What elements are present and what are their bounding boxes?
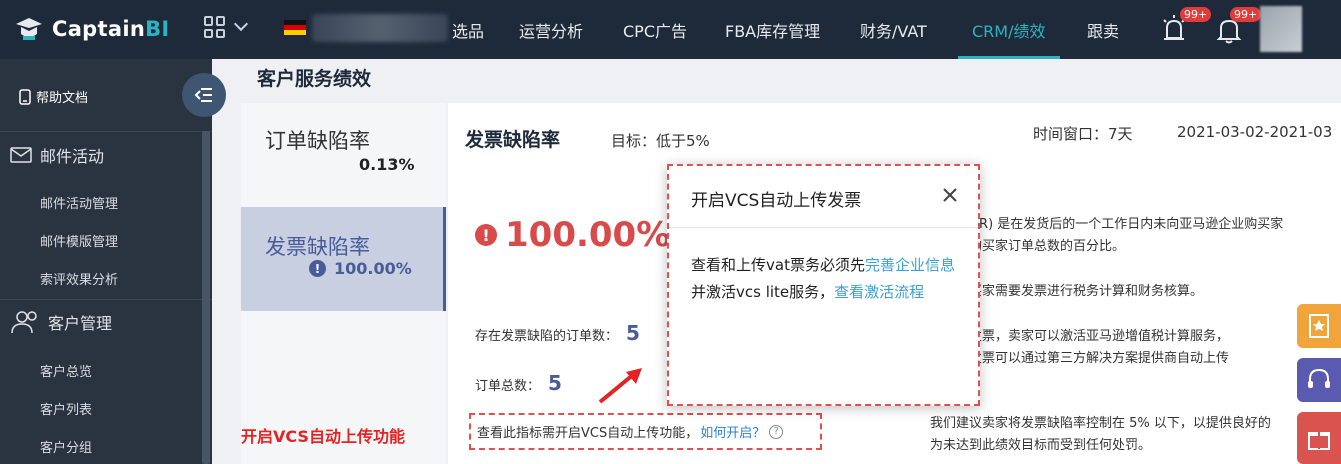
view-activation-flow-link[interactable]: 查看激活流程 [834,283,924,301]
users-icon [11,311,37,334]
captainbi-logo[interactable]: CaptainBI [12,12,170,46]
nav-item-crm[interactable]: CRM/绩效 [958,0,1060,59]
apps-grid-icon [204,16,226,38]
description-line: 陷率 (IDR) 是在发货后的一个工作日内未向亚马逊企业购买家 [930,217,1284,232]
help-icon[interactable]: ? [769,424,784,439]
defect-orders-stat: 存在发票缺陷的订单数： 5 [475,321,640,345]
info-icon: ! [309,260,326,277]
sidebar-collapse-button[interactable] [182,73,226,117]
nav-item-cpc[interactable]: CPC广告 [623,0,687,59]
chevron-down-icon [233,16,249,32]
sidebar-item-customer-overview[interactable]: 客户总览 [40,361,92,380]
nav-item-operations[interactable]: 运营分析 [519,0,583,59]
total-orders-stat: 订单总数： 5 [475,371,562,395]
metric-tabs: 订单缺陷率 0.13% 发票缺陷率 ! 100.00% [241,103,446,464]
gift-icon [1308,432,1330,450]
logo-text: CaptainBI [52,17,170,41]
sidebar-section-email[interactable]: 邮件活动 [10,143,104,167]
mail-icon [10,147,32,163]
tab-order-defect-rate[interactable]: 订单缺陷率 0.13% [241,103,446,207]
big-rate: ! 100.00% [475,215,670,255]
tab-invoice-defect-rate[interactable]: 发票缺陷率 ! 100.00% [241,207,446,311]
sidebar-item-customer-group[interactable]: 客户分组 [40,437,92,456]
description-line: 我们建议卖家将发票缺陷率控制在 5% 以下，以提供良好的 [930,416,1271,431]
description-line: 逊企业购买家订单总数的百分比。 [930,239,1126,254]
germany-flag-icon[interactable] [284,20,306,35]
modal-title: 开启VCS自动上传发票 [691,191,862,211]
alarm-badge: 99+ [1180,7,1212,22]
apps-menu[interactable] [204,16,249,38]
sidebar-item-email-template[interactable]: 邮件模版管理 [40,231,118,250]
description-line: 家提供发票，卖家可以激活亚马逊增值税计算服务， [930,329,1230,344]
vcs-modal: 开启VCS自动上传发票 查看和上传vat票务必须先完善企业信息并激活vcs li… [667,164,980,406]
collapse-icon [194,88,212,102]
headset-icon [1308,368,1330,388]
time-window: 时间窗口：7天 [1033,125,1133,143]
nav-item-selection[interactable]: 选品 [452,0,484,59]
sidebar-section-customers[interactable]: 客户管理 [10,309,112,335]
sidebar: 帮助文档 邮件活动 邮件活动管理 邮件模版管理 索评效果分析 客户管理 客户总览… [0,59,226,464]
modal-header: 开启VCS自动上传发票 [669,166,978,228]
description-line: 或者，发票可以通过第三方解决方案提供商自动上传 [930,351,1230,366]
sidebar-scrollbar[interactable] [202,131,210,464]
modal-body: 查看和上传vat票务必须先完善企业信息并激活vcs lite服务，查看激活流程 [691,256,955,301]
vcs-hint: 查看此指标需开启VCS自动上传功能， 如何开启？ ? [469,413,822,450]
nav-item-fba[interactable]: FBA库存管理 [725,0,820,59]
date-range: 2021-03-02-2021-03 [1177,123,1333,141]
sidebar-item-email-manage[interactable]: 邮件活动管理 [40,193,118,212]
support-button[interactable] [1297,358,1341,402]
store-selector[interactable] [312,14,448,42]
description-line: 为未达到此绩效目标而受到任何处罚。 [930,438,1152,453]
card-target: 目标：低于5% [611,132,710,150]
nav-item-follow[interactable]: 跟卖 [1087,0,1119,59]
vcs-annotation: 开启VCS自动上传功能 [241,427,405,446]
complete-company-info-link[interactable]: 完善企业信息 [865,256,955,274]
phone-icon [19,88,31,105]
nav-item-finance[interactable]: 财务/VAT [860,0,927,59]
sidebar-item-review-analysis[interactable]: 索评效果分析 [40,269,118,288]
description-line: 企业购买家需要发票进行税务计算和财务核算。 [930,284,1204,299]
bookmark-button[interactable] [1297,304,1341,348]
bell-badge: 99+ [1230,7,1262,22]
card-title: 发票缺陷率 [465,129,561,151]
bookmark-icon [1309,314,1329,338]
gift-button[interactable] [1297,412,1341,464]
sidebar-item-customer-list[interactable]: 客户列表 [40,399,92,418]
warning-icon: ! [475,224,497,246]
top-navbar: CaptainBI 选品 运营分析 CPC广告 FBA库存管理 财务/VAT C… [0,0,1341,59]
how-to-enable-link[interactable]: 如何开启？ [700,422,765,441]
page-title: 客户服务绩效 [257,68,372,90]
help-docs-link[interactable]: 帮助文档 [18,87,88,106]
annotation-arrow-icon [598,368,642,404]
close-icon[interactable] [939,184,961,206]
avatar[interactable] [1260,6,1302,52]
captain-hat-icon [16,18,42,40]
